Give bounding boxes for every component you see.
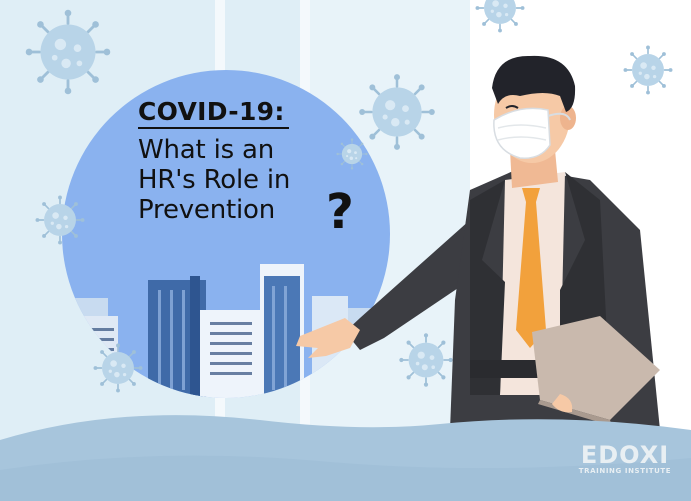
- logo-tagline: TRAINING INSTITUTE: [578, 467, 672, 475]
- banner: COVID-19: What is an HR's Role in Preven…: [0, 0, 691, 501]
- edoxi-logo: EDOXI TRAINING INSTITUTE: [566, 443, 684, 476]
- floor-wave: [0, 415, 691, 501]
- logo-text: EDOXI: [580, 441, 670, 469]
